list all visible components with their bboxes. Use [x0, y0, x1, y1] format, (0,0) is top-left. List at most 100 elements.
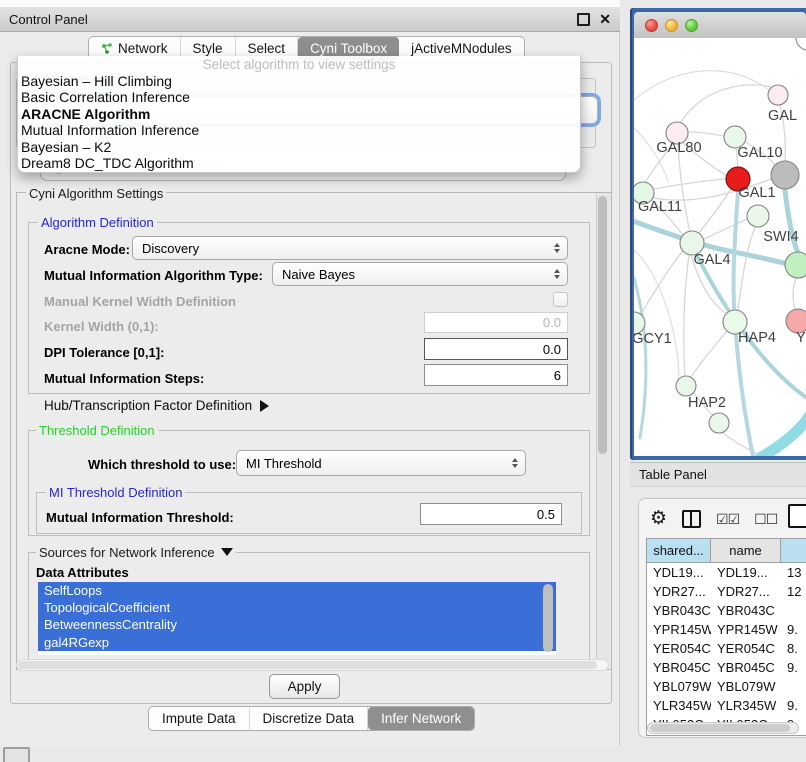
- algorithm-option-aracne-algorithm[interactable]: ARACNE Algorithm: [18, 106, 580, 122]
- table-cell[interactable]: YPR145W: [647, 620, 711, 639]
- network-edge[interactable]: [691, 331, 727, 377]
- table-cell[interactable]: 9.: [781, 620, 806, 639]
- network-node-hap2[interactable]: [676, 376, 696, 396]
- table-cell[interactable]: YBL079W: [711, 677, 781, 696]
- network-edge[interactable]: [681, 85, 775, 122]
- table-horizontal-scrollbar-thumb[interactable]: [650, 724, 790, 732]
- which-threshold-combo[interactable]: MI Threshold: [236, 450, 526, 476]
- table-cell[interactable]: YER054C: [711, 639, 781, 658]
- table-row[interactable]: YPR145WYPR145W9.: [647, 620, 806, 639]
- docked-panel-icon[interactable]: [3, 747, 30, 762]
- algorithm-option-bayesian-k2[interactable]: Bayesian – K2: [18, 139, 580, 155]
- close-icon[interactable]: ✕: [599, 14, 611, 24]
- network-edge[interactable]: [738, 227, 755, 310]
- zoom-traffic-light-icon[interactable]: [685, 19, 698, 32]
- manual-kernel-checkbox[interactable]: [553, 292, 568, 307]
- network-edge[interactable]: [641, 252, 682, 314]
- table-cell[interactable]: 8.: [781, 639, 806, 658]
- network-edge[interactable]: [654, 179, 726, 189]
- attribute-item-gal4rgexp[interactable]: gal4RGexp: [38, 634, 556, 651]
- table-row[interactable]: YLR345WYLR345W9.: [647, 696, 806, 715]
- table-cell[interactable]: 9.: [781, 696, 806, 715]
- table-row[interactable]: YER054CYER054C8.: [647, 639, 806, 658]
- table-row[interactable]: YBR043CYBR043C: [647, 601, 806, 620]
- network-node[interactable]: [709, 413, 729, 433]
- network-edge[interactable]: [760, 415, 806, 456]
- aracne-mode-combo[interactable]: Discovery: [132, 236, 568, 260]
- table-row[interactable]: YDR27...YDR27...12: [647, 582, 806, 601]
- algorithm-option-bayesian-hill-climbing[interactable]: Bayesian – Hill Climbing: [18, 73, 580, 89]
- table-row[interactable]: YDL19...YDL19...13: [647, 563, 806, 582]
- settings-horizontal-scrollbar[interactable]: [16, 659, 609, 671]
- network-edge[interactable]: [684, 255, 689, 376]
- dpi-tolerance-field[interactable]: 0.0: [424, 338, 568, 360]
- network-node-swi4[interactable]: [785, 252, 806, 278]
- attribute-item-topologicalcoefficient[interactable]: TopologicalCoefficient: [38, 599, 556, 616]
- table-cell[interactable]: 12: [781, 582, 806, 601]
- float-window-icon[interactable]: [577, 13, 590, 26]
- table-cell[interactable]: [781, 601, 806, 620]
- table-cell[interactable]: 9.: [781, 658, 806, 677]
- control-panel-titlebar[interactable]: Control Panel ✕: [0, 7, 620, 32]
- kernel-width-field[interactable]: 0.0: [424, 312, 568, 333]
- attribute-item-betweennesscentrality[interactable]: BetweennessCentrality: [38, 616, 556, 633]
- columns-icon[interactable]: [682, 510, 701, 528]
- bottom-tab-impute-data[interactable]: Impute Data: [149, 707, 250, 730]
- hub-tf-definition-toggle[interactable]: Hub/Transcription Factor Definition: [44, 398, 269, 413]
- gear-icon[interactable]: ⚙: [650, 509, 667, 529]
- table-cell[interactable]: YDR27...: [711, 582, 781, 601]
- column-header-name[interactable]: name: [711, 539, 781, 562]
- column-header-a[interactable]: A: [781, 539, 806, 562]
- sources-group-toggle[interactable]: Sources for Network Inference: [36, 545, 236, 560]
- network-window-titlebar[interactable]: [634, 12, 806, 38]
- table-cell[interactable]: YPR145W: [711, 620, 781, 639]
- network-edge[interactable]: [634, 278, 646, 438]
- network-edge[interactable]: [704, 219, 747, 239]
- network-graph[interactable]: GALGAL80GAL10GAL1GAL11GAL4SWI4GCY1HAP4YH…: [634, 38, 806, 456]
- network-edge[interactable]: [688, 132, 724, 136]
- close-traffic-light-icon[interactable]: [645, 19, 658, 32]
- select-all-icon[interactable]: ☑☑: [716, 511, 739, 528]
- table-row[interactable]: YBL079WYBL079W: [647, 677, 806, 696]
- mi-threshold-field[interactable]: 0.5: [420, 503, 562, 525]
- table-cell[interactable]: YBR045C: [647, 658, 711, 677]
- table-cell[interactable]: YBR043C: [711, 601, 781, 620]
- table-cell[interactable]: YDR27...: [647, 582, 711, 601]
- column-header-shared[interactable]: shared...: [647, 539, 711, 562]
- attribute-list-scrollbar[interactable]: [543, 584, 553, 652]
- algorithm-option-dream8-dc-tdc-algorithm[interactable]: Dream8 DC_TDC Algorithm: [18, 155, 580, 171]
- network-node[interactable]: [796, 38, 806, 50]
- table-horizontal-scrollbar[interactable]: [647, 722, 799, 734]
- minimize-traffic-light-icon[interactable]: [665, 19, 678, 32]
- settings-scrollbar-thumb[interactable]: [598, 196, 607, 454]
- network-edge[interactable]: [722, 432, 762, 456]
- bottom-tab-discretize-data[interactable]: Discretize Data: [250, 707, 369, 730]
- table-cell[interactable]: YLR345W: [647, 696, 711, 715]
- mi-steps-field[interactable]: 6: [424, 364, 568, 386]
- network-edge[interactable]: [793, 278, 797, 309]
- table-cell[interactable]: [781, 677, 806, 696]
- table-cell[interactable]: YDL19...: [711, 563, 781, 582]
- table-cell[interactable]: YLR345W: [711, 696, 781, 715]
- table-cell[interactable]: YBL079W: [647, 677, 711, 696]
- network-edge[interactable]: [678, 144, 690, 232]
- deselect-all-icon[interactable]: ☐☐: [754, 511, 777, 528]
- settings-horizontal-scrollbar-thumb[interactable]: [18, 661, 597, 669]
- table-cell[interactable]: YBR045C: [711, 658, 781, 677]
- table-cell[interactable]: YER054C: [647, 639, 711, 658]
- bottom-tab-infer-network[interactable]: Infer Network: [368, 707, 474, 730]
- table-cell[interactable]: YBR043C: [647, 601, 711, 620]
- table-cell[interactable]: YDL19...: [647, 563, 711, 582]
- mi-type-combo[interactable]: Naive Bayes: [272, 262, 568, 286]
- table-cell[interactable]: 13: [781, 563, 806, 582]
- table-panel-titlebar[interactable]: Table Panel: [630, 462, 806, 487]
- network-canvas[interactable]: GALGAL80GAL10GAL1GAL11GAL4SWI4GCY1HAP4YH…: [634, 38, 806, 456]
- attribute-item-selfloops[interactable]: SelfLoops: [38, 582, 556, 599]
- algorithm-option-basic-correlation-inference[interactable]: Basic Correlation Inference: [18, 89, 580, 105]
- table-row[interactable]: YBR045CYBR045C9.: [647, 658, 806, 677]
- network-node[interactable]: [747, 205, 769, 227]
- file-icon[interactable]: [788, 504, 806, 528]
- apply-button[interactable]: Apply: [269, 674, 340, 699]
- network-node-gal[interactable]: [768, 85, 788, 105]
- algorithm-option-mutual-information-inference[interactable]: Mutual Information Inference: [18, 122, 580, 138]
